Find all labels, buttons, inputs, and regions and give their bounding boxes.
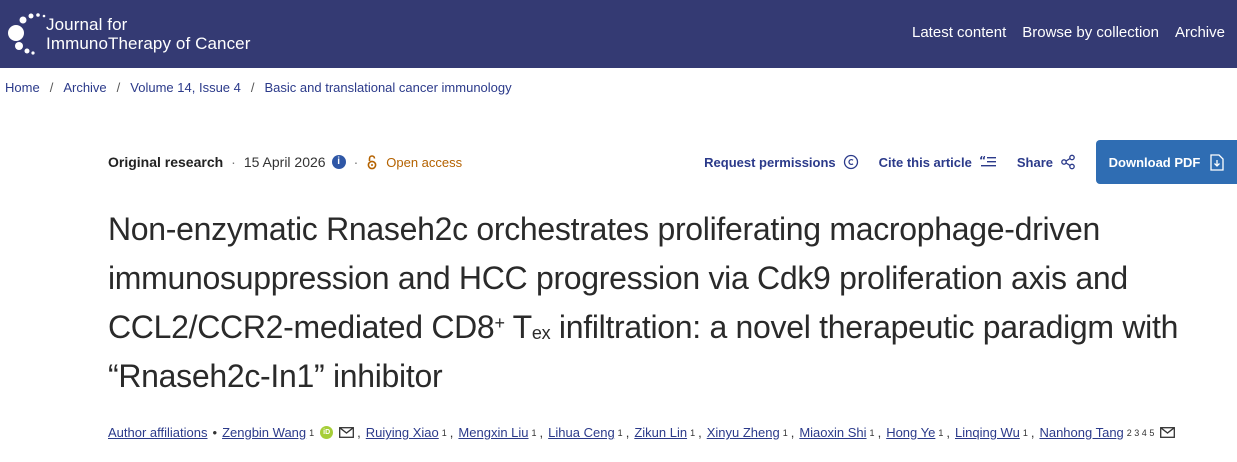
- author-separator: •: [212, 425, 218, 440]
- share-button[interactable]: Share: [1017, 154, 1076, 170]
- quote-list-icon: “: [979, 155, 996, 167]
- author-name[interactable]: Linqing Wu: [955, 425, 1020, 440]
- author-name[interactable]: Lihua Ceng: [548, 425, 615, 440]
- copyright-icon: [843, 154, 858, 170]
- author-separator: ,: [790, 425, 795, 440]
- journal-name-line1: Journal for: [46, 15, 128, 34]
- author-affiliations-link[interactable]: Author affiliations: [108, 425, 208, 440]
- top-nav: Latest content Browse by collection Arch…: [912, 24, 1225, 41]
- author-separator: ,: [539, 425, 544, 440]
- author-name[interactable]: Miaoxin Shi: [799, 425, 866, 440]
- author-affiliation: 1: [441, 427, 447, 438]
- share-label: Share: [1016, 154, 1053, 170]
- author-name[interactable]: Zengbin Wang: [222, 425, 306, 440]
- publication-date: 15 April 2026: [243, 154, 326, 170]
- article-meta: Original research · 15 April 2026 i · Op…: [108, 154, 462, 170]
- share-icon: [1061, 154, 1075, 170]
- author-separator: ,: [625, 425, 630, 440]
- author-name[interactable]: Xinyu Zheng: [707, 425, 780, 440]
- author-name[interactable]: Nanhong Tang: [1039, 425, 1123, 440]
- title-superscript: +: [494, 313, 505, 333]
- author-separator: ,: [1030, 425, 1035, 440]
- download-pdf-button[interactable]: Download PDF: [1096, 140, 1237, 184]
- nav-archive[interactable]: Archive: [1175, 24, 1225, 41]
- author-name[interactable]: Zikun Lin: [634, 425, 687, 440]
- email-icon[interactable]: [339, 427, 355, 438]
- author-affiliation: 1: [938, 427, 944, 438]
- breadcrumb: Home / Archive / Volume 14, Issue 4 / Ba…: [5, 80, 512, 95]
- author-list: Author affiliations • Zengbin Wang 1 iD ,…: [108, 425, 1176, 440]
- title-subscript: ex: [531, 323, 551, 343]
- breadcrumb-issue[interactable]: Volume 14, Issue 4: [130, 80, 241, 95]
- author-affiliation: 1: [531, 427, 537, 438]
- breadcrumb-separator: /: [250, 80, 255, 95]
- article-actions: Request permissions Cite this article “ …: [704, 140, 1237, 184]
- author-affiliation: 1: [782, 427, 788, 438]
- breadcrumb-separator: /: [49, 80, 54, 95]
- journal-name[interactable]: Journal for ImmunoTherapy of Cancer: [46, 15, 251, 53]
- author-name[interactable]: Mengxin Liu: [458, 425, 528, 440]
- author-separator: ,: [357, 425, 361, 440]
- journal-name-line2: ImmunoTherapy of Cancer: [46, 34, 251, 53]
- author-affiliation: 1: [617, 427, 623, 438]
- info-icon[interactable]: i: [331, 155, 346, 169]
- site-header: Journal for ImmunoTherapy of Cancer Late…: [0, 0, 1237, 68]
- orcid-icon[interactable]: iD: [320, 426, 334, 439]
- cite-article-label: Cite this article: [878, 154, 972, 170]
- nav-latest-content[interactable]: Latest content: [912, 24, 1006, 41]
- author-separator: ,: [449, 425, 454, 440]
- breadcrumb-separator: /: [116, 80, 121, 95]
- author-affiliation: 1: [1022, 427, 1028, 438]
- request-permissions-button[interactable]: Request permissions: [704, 154, 859, 170]
- nav-browse-by-collection[interactable]: Browse by collection: [1022, 24, 1159, 41]
- breadcrumb-home[interactable]: Home: [5, 80, 40, 95]
- open-access-label: Open access: [386, 154, 463, 170]
- journal-logo-icon[interactable]: [5, 11, 51, 57]
- cite-article-button[interactable]: Cite this article “: [879, 155, 997, 170]
- email-icon[interactable]: [1160, 427, 1176, 438]
- download-file-icon: [1210, 153, 1225, 171]
- author-affiliation: 2 3 4 5: [1126, 427, 1155, 438]
- title-part-2: T: [504, 309, 533, 345]
- author-affiliation: 1: [869, 427, 875, 438]
- breadcrumb-section[interactable]: Basic and translational cancer immunolog…: [265, 80, 512, 95]
- author-separator: ,: [698, 425, 702, 440]
- article-type: Original research: [108, 154, 224, 170]
- meta-separator: ·: [353, 154, 359, 170]
- author-affiliation: 1: [309, 427, 315, 438]
- article-title: Non-enzymatic Rnaseh2c orchestrates prol…: [108, 205, 1233, 401]
- author-separator: ,: [877, 425, 882, 440]
- breadcrumb-archive[interactable]: Archive: [63, 80, 106, 95]
- author-separator: ,: [946, 425, 950, 440]
- request-permissions-label: Request permissions: [704, 154, 836, 170]
- author-affiliation: 1: [690, 427, 696, 438]
- download-pdf-label: Download PDF: [1108, 154, 1201, 170]
- meta-separator: ·: [231, 154, 236, 170]
- author-name[interactable]: Ruiying Xiao: [366, 425, 439, 440]
- open-access-lock-icon: [367, 155, 377, 170]
- author-name[interactable]: Hong Ye: [886, 425, 935, 440]
